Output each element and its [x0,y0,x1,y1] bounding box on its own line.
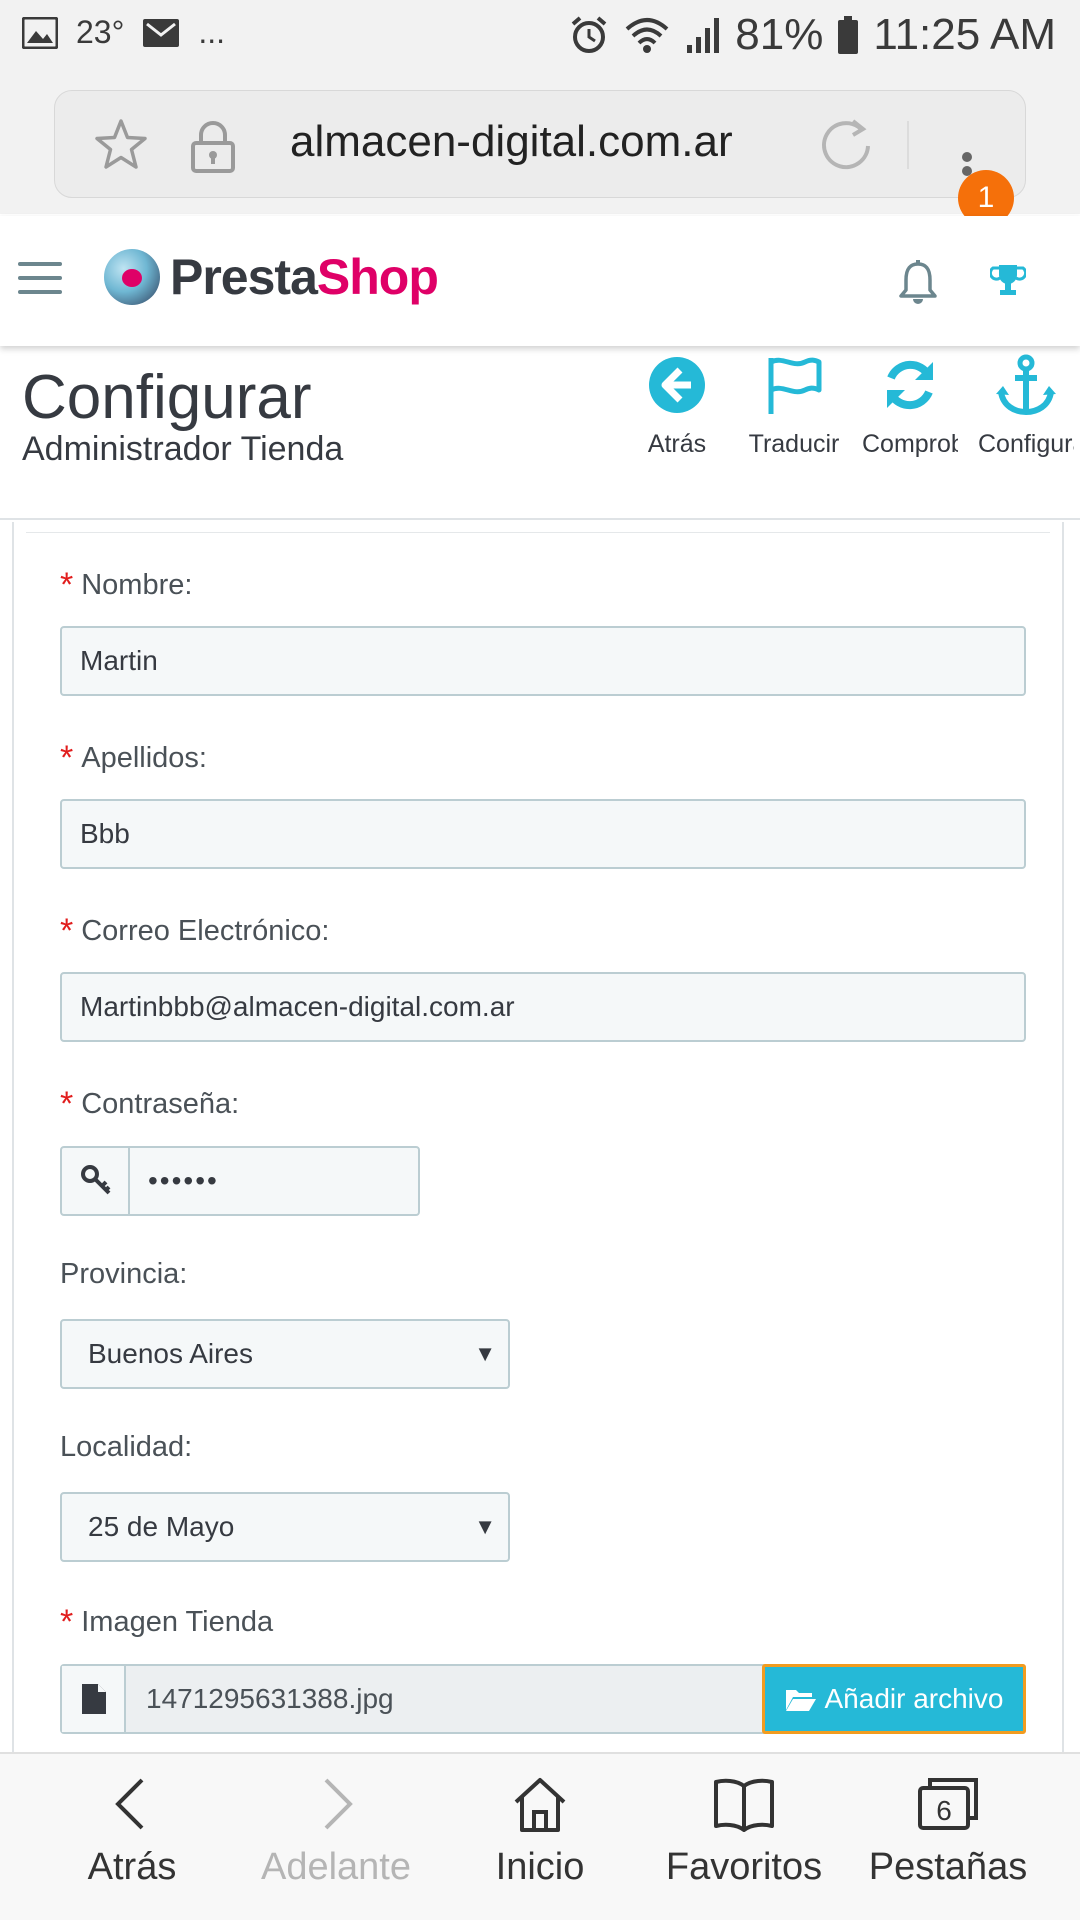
toolbar-back-label: Atrás [647,430,707,458]
toolbar-configure-button[interactable]: Configurar [978,354,1074,484]
bell-icon[interactable] [898,260,938,306]
required-asterisk: * [60,912,74,950]
email-input[interactable]: Martinbbb@almacen-digital.com.ar [60,972,1026,1042]
nav-back-label: Atrás [87,1846,177,1888]
localidad-select[interactable]: 25 de Mayo ▼ [60,1492,510,1562]
battery-icon [838,16,859,54]
app-header: PrestaShop [0,216,1080,346]
status-bar: 23° ... 81% 11:25 AM [0,0,1080,78]
toolbar-translate-label: Traducir [748,430,840,458]
flag-icon [768,357,822,414]
apellidos-label: * Apellidos: [60,739,207,777]
localidad-selected: 25 de Mayo [88,1511,235,1542]
nav-back-button[interactable]: Atrás [32,1772,232,1889]
nav-home-label: Inicio [495,1846,585,1888]
brand-name: PrestaShop [170,249,439,305]
chevron-right-icon [324,1778,353,1830]
wifi-icon [625,18,669,53]
screen: 23° ... 81% 11:25 AM almacen-digital.com… [0,0,1080,1920]
nav-forward-button[interactable]: Adelante [236,1772,436,1889]
required-asterisk: * [60,739,74,777]
mail-icon [143,18,180,47]
required-asterisk: * [60,566,74,604]
add-file-button[interactable]: Añadir archivo [762,1664,1026,1734]
apellidos-input[interactable]: Bbb [60,799,1026,869]
status-left: 23° ... [22,14,225,51]
address-bar[interactable]: almacen-digital.com.ar [54,90,1026,198]
nav-tabs-button[interactable]: 6 Pestañas [848,1772,1048,1889]
nav-tabs-label: Pestañas [868,1846,1028,1888]
alarm-icon [571,16,607,53]
employee-form: * Nombre: Martin * Apellidos: Bbb * Correo … [12,522,1064,1752]
nav-bookmarks-button[interactable]: Favoritos [644,1772,844,1889]
page-toolbar: Configurar Administrador Tienda Atrás Tr… [0,346,1080,520]
divider [26,532,1050,533]
divider [907,121,909,169]
gallery-icon [22,16,58,49]
browser-toolbar: almacen-digital.com.ar 1 [0,78,1080,226]
password-input[interactable]: •••••• [148,1148,219,1214]
hamburger-menu-icon[interactable] [18,262,62,298]
reload-icon[interactable] [817,117,875,175]
toolbar-back-button[interactable]: Atrás [623,354,731,484]
required-asterisk: * [60,1085,74,1123]
file-name-text: 1471295631388.jpg [146,1683,394,1714]
nombre-label: * Nombre: [60,566,193,604]
temperature: 23° [76,14,125,50]
tabs-icon: 6 [918,1778,978,1830]
caret-down-icon: ▼ [474,1514,496,1539]
trophy-icon[interactable] [990,262,1026,298]
refresh-icon [887,360,933,410]
caret-down-icon: ▼ [474,1341,496,1366]
prestashop-logo[interactable]: PrestaShop [104,248,439,306]
home-icon [514,1778,566,1832]
folder-open-icon [785,1690,816,1711]
nav-forward-label: Adelante [260,1846,411,1888]
signal-icon [687,18,720,53]
anchor-icon [996,354,1056,416]
chevron-left-icon [115,1778,144,1830]
key-icon [81,1165,111,1195]
file-addon [62,1666,126,1732]
password-field[interactable]: •••••• [60,1146,420,1216]
provincia-selected: Buenos Aires [88,1338,253,1369]
toolbar-translate-button[interactable]: Traducir [744,354,844,484]
lock-icon[interactable] [185,117,241,173]
image-upload-field: 1471295631388.jpg Añadir archivo [60,1664,1026,1734]
puffin-logo-icon [104,249,160,305]
tab-count: 6 [936,1795,952,1826]
nav-bookmarks-label: Favoritos [665,1846,823,1888]
bookmark-star-icon[interactable] [93,117,149,173]
page-title: Configurar [22,363,312,432]
add-file-label: Añadir archivo [824,1683,1004,1714]
toolbar-configure-label: Configurar [978,430,1074,458]
file-icon [82,1684,106,1714]
email-label: * Correo Electrónico: [60,912,330,950]
clock: 11:25 AM [873,10,1056,59]
more-notifications: ... [198,14,226,50]
battery-percent: 81% [735,10,824,59]
arrow-left-circle-icon [649,357,705,413]
password-label: * Contraseña: [60,1085,240,1123]
nombre-input[interactable]: Martin [60,626,1026,696]
password-addon [62,1148,130,1214]
url-text[interactable]: almacen-digital.com.ar [290,117,733,167]
toolbar-check-button[interactable]: Comprobar [862,354,958,484]
provincia-select[interactable]: Buenos Aires ▼ [60,1319,510,1389]
book-icon [714,1778,774,1832]
status-right: 81% 11:25 AM [569,10,1056,60]
browser-bottom-nav: Atrás Adelante Inicio Favoritos 6 Pestañ… [0,1752,1080,1920]
nav-home-button[interactable]: Inicio [440,1772,640,1889]
required-asterisk: * [60,1603,74,1641]
provincia-label: Provincia: [60,1258,188,1290]
localidad-label: Localidad: [60,1431,193,1463]
toolbar-check-label: Comprobar [862,430,958,458]
imagen-label: * Imagen Tienda [60,1603,274,1641]
page-subtitle: Administrador Tienda [22,430,344,468]
